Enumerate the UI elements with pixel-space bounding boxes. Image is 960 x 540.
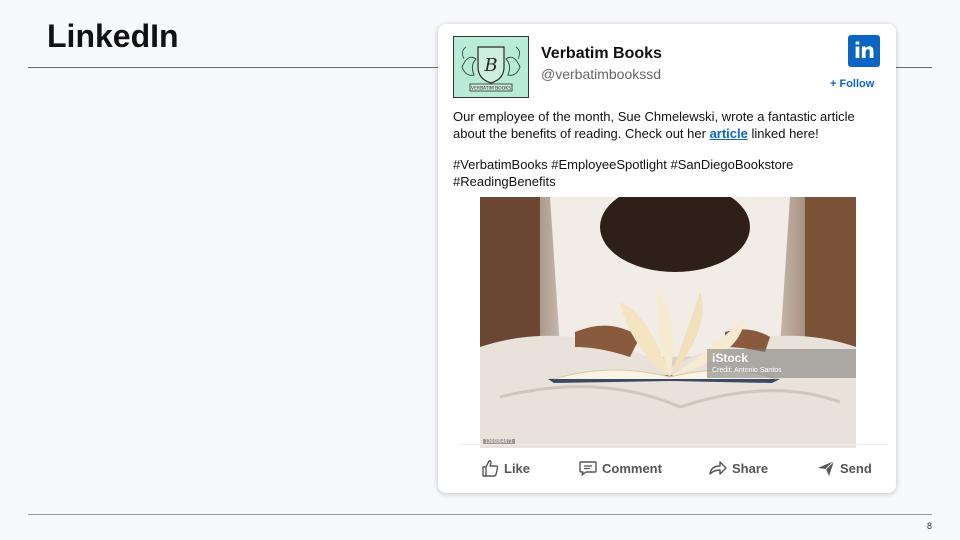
follow-button[interactable]: + Follow [830, 78, 874, 90]
account-handle[interactable]: @verbatimbookssd [541, 66, 661, 82]
post-image[interactable]: iStock Credit: Antonio Santos 1366864871 [480, 197, 856, 448]
comment-label: Comment [602, 460, 662, 476]
share-button[interactable]: Share [708, 458, 768, 478]
thumbs-up-icon [482, 460, 499, 477]
svg-text:B: B [483, 55, 497, 76]
send-button[interactable]: Send [816, 458, 872, 478]
comment-icon [579, 461, 597, 476]
post-body-end: linked here! [747, 126, 819, 141]
footer-divider [28, 514, 932, 515]
like-button[interactable]: Like [480, 458, 530, 478]
account-name[interactable]: Verbatim Books [541, 45, 662, 63]
actions-divider [458, 444, 888, 445]
istock-watermark: iStock Credit: Antonio Santos [707, 349, 856, 378]
linkedin-post-card: B VERBATIM BOOKS Verbatim Books @verbati… [438, 24, 896, 493]
share-label: Share [732, 460, 769, 476]
bookstore-crest-icon: B VERBATIM BOOKS [461, 46, 521, 92]
watermark-credit: Credit: Antonio Santos [712, 367, 782, 374]
logo-banner-text: VERBATIM BOOKS [471, 86, 511, 92]
page-number: 8 [926, 521, 932, 531]
watermark-title: iStock [712, 351, 749, 365]
linkedin-logo-icon: in [848, 35, 880, 67]
account-logo[interactable]: B VERBATIM BOOKS [453, 36, 529, 98]
like-label: Like [504, 460, 531, 476]
article-link[interactable]: article [710, 126, 748, 141]
post-body: Our employee of the month, Sue Chmelewsk… [453, 108, 883, 142]
post-text: Our employee of the month, Sue Chmelewsk… [453, 108, 883, 190]
post-hashtags: #VerbatimBooks #EmployeeSpotlight #SanDi… [453, 157, 794, 189]
share-arrow-icon [709, 461, 727, 475]
send-paper-plane-icon [818, 460, 835, 476]
comment-button[interactable]: Comment [578, 458, 662, 478]
send-label: Send [840, 460, 872, 476]
woman-reading-book-photo [480, 197, 856, 448]
slide-title: LinkedIn [47, 18, 179, 54]
